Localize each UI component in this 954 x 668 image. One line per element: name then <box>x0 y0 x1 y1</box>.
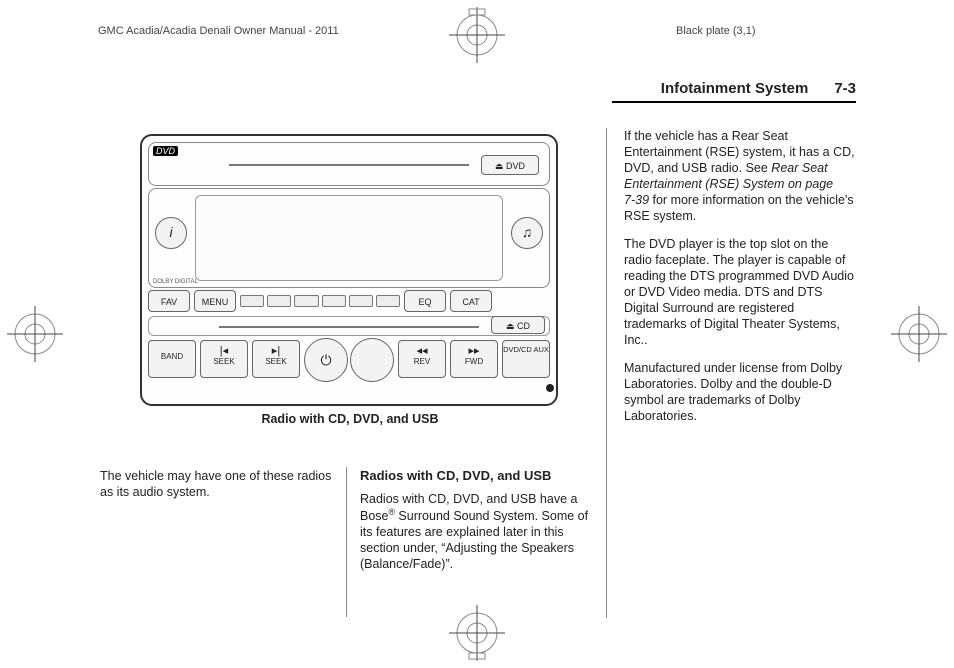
body-text: Radios with CD, DVD, and USB have a Bose… <box>360 491 592 572</box>
section-title: Infotainment System <box>661 80 809 97</box>
doc-title: GMC Acadia/Acadia Denali Owner Manual - … <box>98 25 339 37</box>
column-divider <box>346 467 347 617</box>
body-text-span: for more information on the vehicle's RS… <box>624 193 854 223</box>
content-area: DVD ⏏ DVD i DOLBY DIGITAL ♫ FAV MENU <box>100 128 856 628</box>
page-number: 7-3 <box>834 80 856 97</box>
subheading: Radios with CD, DVD, and USB <box>360 468 592 485</box>
body-text: The vehicle may have one of these radios… <box>100 468 332 500</box>
registration-mark-right <box>891 306 947 362</box>
registration-mark-left <box>7 306 63 362</box>
column-2: Radios with CD, DVD, and USB Radios with… <box>360 128 592 584</box>
column-3: If the vehicle has a Rear Seat Entertain… <box>620 128 856 436</box>
column-divider <box>606 128 607 618</box>
body-text: If the vehicle has a Rear Seat Entertain… <box>624 128 856 224</box>
body-text-span: Surround Sound System. Some of its featu… <box>360 509 588 571</box>
plate-label: Black plate (3,1) <box>676 25 755 37</box>
registration-mark-top <box>449 7 505 63</box>
page: GMC Acadia/Acadia Denali Owner Manual - … <box>0 0 954 668</box>
running-head: Infotainment System 7-3 <box>612 80 856 103</box>
body-text: The DVD player is the top slot on the ra… <box>624 236 856 348</box>
column-1: The vehicle may have one of these radios… <box>100 128 332 512</box>
body-text: Manufactured under license from Dolby La… <box>624 360 856 424</box>
